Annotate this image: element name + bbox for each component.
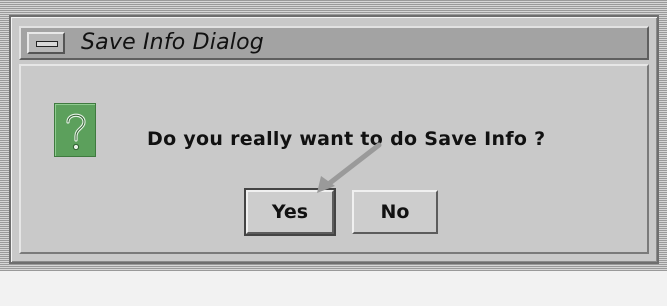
save-info-dialog: Save Info Dialog Do you really want to d… <box>9 15 659 264</box>
title-bar[interactable]: Save Info Dialog <box>19 26 649 60</box>
yes-button[interactable]: Yes <box>244 188 336 236</box>
dialog-body: Do you really want to do Save Info ? Yes… <box>19 64 649 254</box>
window-menu-icon <box>36 41 58 47</box>
dialog-message: Do you really want to do Save Info ? <box>147 128 546 150</box>
question-icon <box>54 103 96 157</box>
dialog-title: Save Info Dialog <box>81 30 264 55</box>
no-button[interactable]: No <box>352 190 438 234</box>
window-menu-button[interactable] <box>27 32 65 54</box>
